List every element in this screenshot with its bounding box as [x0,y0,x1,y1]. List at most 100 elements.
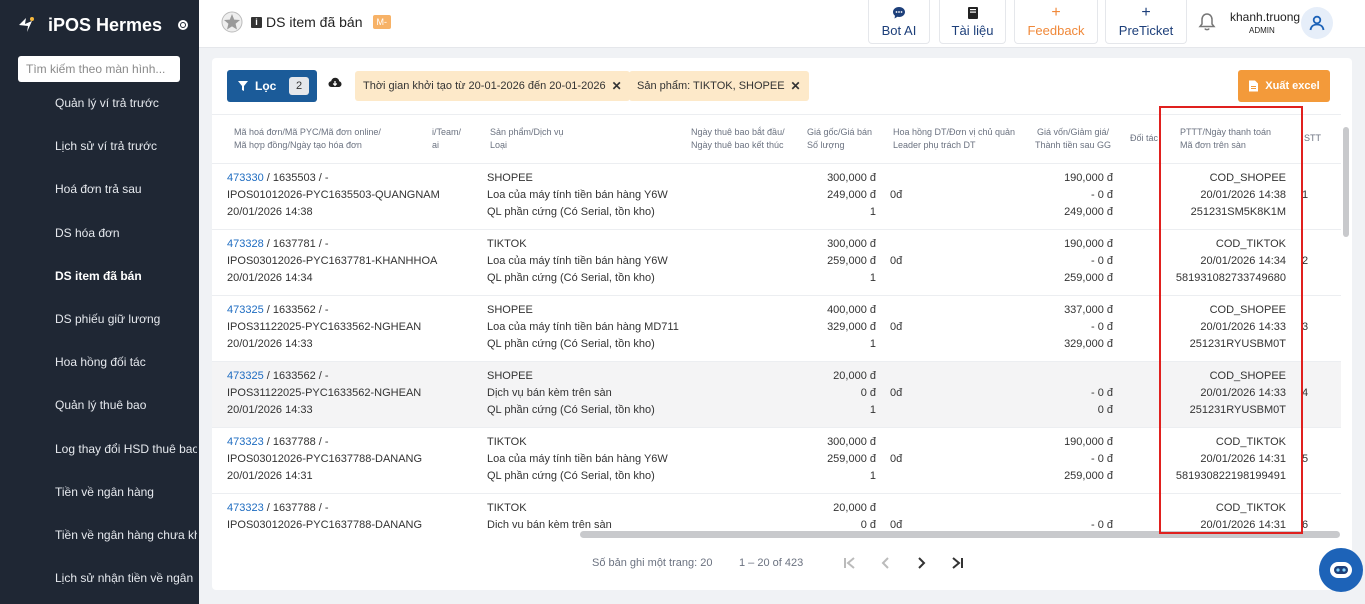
cell-comm: 0đ [890,255,903,267]
sidebar-item[interactable]: Quản lý thuê bao [55,398,197,412]
sidebar-item[interactable]: Hoa hồng đối tác [55,355,197,369]
avatar[interactable] [1301,7,1333,39]
column-header-commission[interactable]: Hoa hồng DT/Đơn vị chủ quản Leader phụ tr… [893,115,1015,163]
cell-total: 259,000 đ [1064,470,1113,482]
invoice-link[interactable]: 473328 [227,238,264,250]
sidebar-item[interactable]: DS hóa đơn [55,226,197,240]
invoice-ids: / 1633562 / - [263,370,329,382]
column-header-rent[interactable]: Ngày thuê bao bắt đầu/Ngày thuê bao kết … [691,115,785,163]
column-header-product[interactable]: Sản phẩm/Dịch vụ Loại [490,115,564,163]
info-icon[interactable]: i [251,16,262,28]
close-icon[interactable]: ✕ [612,79,622,93]
sidebar-item[interactable]: Tiền về ngân hàng chưa khớp [55,528,197,542]
invoice-code-cell: 473325 / 1633562 / - [227,302,329,319]
cell-disc: - 0 đ [1090,189,1113,201]
user-role: ADMIN [1249,26,1275,35]
close-icon[interactable]: ✕ [791,79,801,93]
per-page-label[interactable]: Số bản ghi một trang: 20 [592,557,712,569]
chat-bot-fab[interactable] [1319,548,1363,592]
cell-orig: 400,000 đ [827,304,876,316]
cell-qty: 1 [869,272,876,284]
docs-button[interactable]: Tài liệu [939,0,1006,44]
last-page-icon[interactable] [947,553,967,573]
sidebar-item[interactable]: Log thay đổi HSD thuê bao [55,442,197,456]
filter-label: Lọc [255,79,277,93]
brand-title: iPOS Hermes [48,14,163,35]
invoice-link[interactable]: 473325 [227,304,264,316]
plus-icon: + [1141,4,1151,21]
cell-qty: 1 [869,404,876,416]
sidebar-search-input[interactable] [18,56,180,82]
invoice-link[interactable]: 473330 [227,172,264,184]
column-header-stt[interactable]: STT [1304,115,1321,163]
cell-created: 20/01/2026 14:34 [227,272,313,284]
cell-created: 20/01/2026 14:33 [227,338,313,350]
prev-page-icon[interactable] [876,553,896,573]
cell-pyc: IPOS03012026-PYC1637788-DANANG [227,519,423,528]
sidebar-item[interactable]: Lịch sử ví trả trước [55,139,197,153]
cell-orig: 20,000 đ [833,502,876,514]
cell-type: QL phần cứng (Có Serial, tồn kho) [487,338,655,350]
feedback-label: Feedback [1027,23,1085,38]
cell-qty: 1 [869,338,876,350]
next-page-icon[interactable] [911,553,931,573]
invoice-link[interactable]: 473325 [227,370,264,382]
sidebar-item[interactable]: Tiền về ngân hàng [55,485,197,499]
cell-sale: 0 đ [860,519,876,528]
top-header: i DS item đã bán M- Bot AI Tài liệu + Fe… [199,0,1365,48]
invoice-code-cell: 473330 / 1635503 / - [227,170,329,187]
bot-ai-label: Bot AI [881,23,917,38]
preticket-button[interactable]: + PreTicket [1105,0,1187,44]
cell-created: 20/01/2026 14:31 [227,470,313,482]
sidebar-item-active[interactable]: DS item đã bán [55,269,197,283]
cell-sale: 259,000 đ [827,255,876,267]
filter-count-badge: 2 [289,77,309,95]
invoice-link[interactable]: 473323 [227,436,264,448]
invoice-code-cell: 473328 / 1637781 / - [227,236,329,253]
cell-orig: 300,000 đ [827,436,876,448]
brand[interactable]: iPOS Hermes [16,14,189,36]
column-header-partner[interactable]: Đối tác [1130,115,1158,163]
vertical-scrollbar[interactable] [1343,127,1349,237]
star-icon[interactable] [221,11,243,33]
bot-ai-button[interactable]: Bot AI [868,0,930,44]
cell-platform: SHOPEE [487,304,533,316]
sidebar-item[interactable]: Lịch sử nhận tiền về ngân h... [55,571,197,585]
cell-platform: TIKTOK [487,502,527,514]
invoice-code-cell: 473325 / 1633562 / - [227,368,329,385]
sidebar: iPOS Hermes Quản lý ví trả trước Lịch sử… [0,0,199,604]
cell-comm: 0đ [890,189,903,201]
cell-product: Loa của máy tính tiền bán hàng MD711 [487,321,679,333]
target-icon[interactable] [178,20,189,30]
filter-chip-time[interactable]: Thời gian khởi tạo từ 20-01-2026 đến 20-… [355,71,630,101]
column-header-team[interactable]: i/Team/ai [432,115,461,163]
sidebar-item[interactable]: DS phiếu giữ lương [55,312,197,326]
robot-icon [1330,562,1352,578]
chip-label: Sản phẩm: TIKTOK, SHOPEE [637,80,785,92]
feedback-button[interactable]: + Feedback [1014,0,1098,44]
cell-total: 329,000 đ [1064,338,1113,350]
cell-type: QL phần cứng (Có Serial, tồn kho) [487,470,655,482]
cell-sale: 329,000 đ [827,321,876,333]
cell-platform: SHOPEE [487,370,533,382]
user-icon [1309,15,1325,31]
filter-chip-product[interactable]: Sản phẩm: TIKTOK, SHOPEE ✕ [629,71,809,101]
export-excel-button[interactable]: Xuất excel [1238,70,1330,102]
column-header-price[interactable]: Giá gốc/Giá bán Số lượng [807,115,872,163]
filter-button[interactable]: Lọc 2 [227,70,317,102]
book-icon [966,5,980,21]
column-header-code[interactable]: Mã hoá đơn/Mã PYC/Mã đơn online/Mã hợp đ… [234,115,381,163]
docs-label: Tài liệu [951,23,994,38]
invoice-ids: / 1635503 / - [263,172,329,184]
sidebar-item[interactable]: Quản lý ví trả trước [55,96,197,110]
cell-total: 259,000 đ [1064,272,1113,284]
sidebar-item[interactable]: Hoá đơn trả sau [55,182,197,196]
column-header-cost[interactable]: Giá vốn/Giảm giá/Thành tiền sau GG [1035,115,1111,163]
invoice-link[interactable]: 473323 [227,502,264,514]
bell-icon[interactable] [1197,12,1217,32]
chip-label: Thời gian khởi tạo từ 20-01-2026 đến 20-… [363,80,606,92]
first-page-icon[interactable] [840,553,860,573]
cell-cost: 190,000 đ [1064,436,1113,448]
cell-platform: SHOPEE [487,172,533,184]
cloud-download-icon[interactable] [328,76,342,90]
